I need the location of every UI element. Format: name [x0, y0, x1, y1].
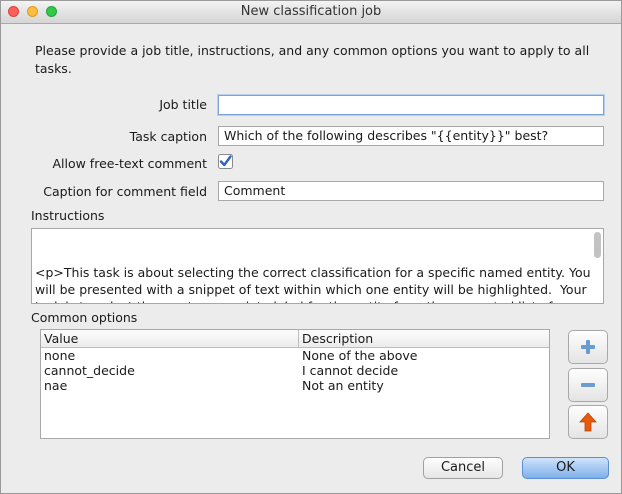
cancel-button[interactable]: Cancel [423, 457, 503, 479]
option-description: I cannot decide [302, 363, 399, 378]
dialog-window: New classification job Please provide a … [0, 0, 622, 494]
option-value: cannot_decide [44, 363, 135, 378]
plus-icon [581, 340, 595, 354]
column-header-value[interactable]: Value [41, 330, 299, 347]
move-option-up-button[interactable] [568, 405, 608, 439]
instructions-label: Instructions [31, 208, 105, 223]
table-row[interactable]: cannot_decide I cannot decide [41, 363, 549, 378]
option-value: nae [44, 378, 68, 393]
intro-text: Please provide a job title, instructions… [35, 43, 590, 76]
option-value: none [44, 348, 76, 363]
table-header: Value Description [41, 330, 549, 348]
allow-comment-label: Allow free-text comment [52, 156, 207, 171]
task-caption-input[interactable]: Which of the following describes "{{enti… [218, 126, 604, 146]
task-caption-label: Task caption [129, 129, 207, 144]
instructions-scrollbar[interactable] [594, 232, 601, 258]
table-row[interactable]: none None of the above [41, 348, 549, 363]
add-option-button[interactable] [568, 330, 608, 364]
column-header-description[interactable]: Description [299, 330, 549, 347]
comment-caption-input[interactable]: Comment [218, 181, 604, 201]
instructions-text: <p>This task is about selecting the corr… [35, 265, 591, 303]
job-title-input[interactable] [218, 95, 604, 115]
allow-comment-checkbox[interactable] [218, 154, 233, 169]
title-bar[interactable]: New classification job [1, 1, 621, 24]
instructions-textarea[interactable]: <p>This task is about selecting the corr… [31, 228, 604, 304]
table-row[interactable]: nae Not an entity [41, 378, 549, 393]
remove-option-button[interactable] [568, 368, 608, 402]
option-description: Not an entity [302, 378, 384, 393]
arrow-up-icon [579, 412, 597, 432]
option-description: None of the above [302, 348, 418, 363]
window-title: New classification job [240, 4, 382, 19]
comment-caption-label: Caption for comment field [43, 184, 207, 199]
ok-button[interactable]: OK [522, 457, 609, 479]
minus-icon [581, 383, 595, 387]
job-title-label: Job title [159, 97, 207, 112]
common-options-label: Common options [31, 310, 138, 325]
options-table[interactable]: Value Description none None of the above… [40, 329, 550, 439]
